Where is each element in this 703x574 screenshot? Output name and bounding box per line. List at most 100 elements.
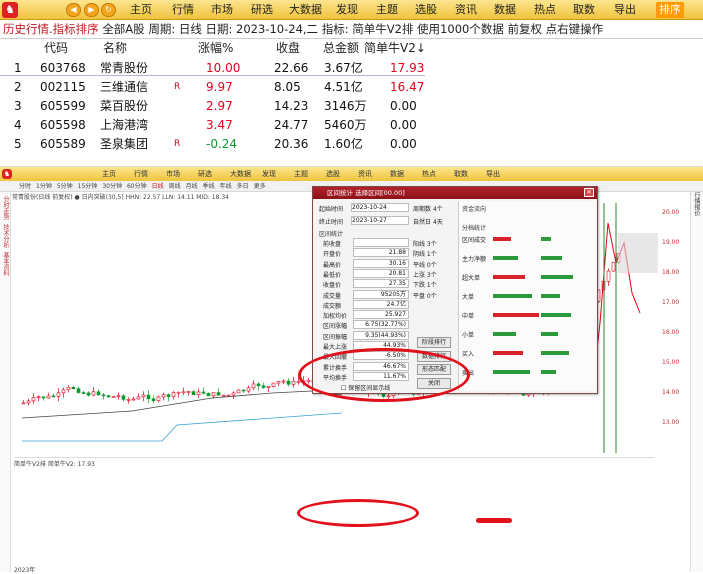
bottom-nav-item-3[interactable]: 研选 <box>198 167 212 181</box>
left-side-tabs: 分时走势 技术分析 基本资料 <box>0 192 11 572</box>
nav-item-3[interactable]: 研选 <box>251 2 273 18</box>
col-v2[interactable]: 简单牛V2↓ <box>364 39 426 58</box>
nav-item-12[interactable]: 导出 <box>614 2 636 18</box>
bottom-nav-item-0[interactable]: 主页 <box>102 167 116 181</box>
period-value: 4个 <box>432 206 443 213</box>
close-icon[interactable]: ✕ <box>584 188 594 197</box>
dialog-button-0[interactable]: 阶段排行 <box>417 337 451 348</box>
app-logo-icon: ♞ <box>2 2 18 18</box>
nav-item-13[interactable]: 排序 <box>656 2 684 18</box>
candle <box>46 392 51 399</box>
bottom-nav-bar: ♞ 主页 行情 市场 研选 大数据 发现 主题 选股 资讯 数据 热点 取数 导出 <box>0 167 703 181</box>
period-btn-3[interactable]: 15分钟 <box>78 183 98 190</box>
refresh-icon[interactable]: ↻ <box>101 3 116 17</box>
nav-item-8[interactable]: 资讯 <box>455 2 477 18</box>
view-parameters: 全部A股 周期: 日线 日期: 2023-10-24,二 指标: 简单牛V2排 … <box>102 22 604 36</box>
nav-item-5[interactable]: 发现 <box>336 2 358 18</box>
candle <box>61 387 66 398</box>
stat-value: 27.35 <box>353 279 409 289</box>
side-tab-3[interactable]: 基本资料 <box>1 252 10 276</box>
side-tab-2[interactable]: 技术分析 <box>1 224 10 248</box>
candle <box>181 387 186 396</box>
nav-item-1[interactable]: 行情 <box>172 2 194 18</box>
candle <box>176 391 181 398</box>
bottom-nav-item-10[interactable]: 热点 <box>422 167 436 181</box>
candle <box>251 380 256 391</box>
table-row[interactable]: 2 002115 三维通信 R 9.97 8.05 4.51亿 16.47 <box>0 78 430 96</box>
candle <box>221 394 226 397</box>
axis-label: 20.00 <box>662 209 680 216</box>
period-btn-0[interactable]: 分时 <box>19 183 31 190</box>
ma-line <box>21 390 343 419</box>
side-tab-1[interactable]: 分时走势 <box>1 196 10 220</box>
candle <box>206 392 211 397</box>
col-change[interactable]: 涨幅% <box>198 39 233 58</box>
candle <box>91 387 96 397</box>
flow-bar <box>493 370 530 374</box>
flow-bar <box>493 313 539 317</box>
count-label: 阴线 1个 <box>413 251 437 259</box>
bottom-nav-item-6[interactable]: 主题 <box>294 167 308 181</box>
col-close[interactable]: 收盘 <box>276 39 300 58</box>
end-time-field[interactable]: 2023-10-27 <box>351 216 409 225</box>
nav-item-10[interactable]: 热点 <box>534 2 556 18</box>
period-btn-4[interactable]: 30分钟 <box>102 183 122 190</box>
nav-item-4[interactable]: 大数据 <box>289 2 322 18</box>
candle <box>136 393 141 400</box>
candle <box>281 379 286 385</box>
row-code: 002115 <box>40 80 86 94</box>
period-btn-2[interactable]: 5分钟 <box>57 183 73 190</box>
period-btn-5[interactable]: 60分钟 <box>127 183 147 190</box>
forward-icon[interactable]: ▶ <box>84 3 99 17</box>
count-label: 下跌 1个 <box>413 282 437 290</box>
nav-item-11[interactable]: 取数 <box>573 2 595 18</box>
row-change: 2.97 <box>206 99 233 113</box>
table-row[interactable]: 3 605599 菜百股份 2.97 14.23 3146万 0.00 <box>0 97 430 115</box>
nav-item-2[interactable]: 市场 <box>211 2 233 18</box>
dialog-title-text: 区间统计 选择区间[00.00] <box>327 189 405 197</box>
nav-item-0[interactable]: 主页 <box>130 2 152 18</box>
flow-row-label: 中单 <box>462 313 475 320</box>
bottom-nav-item-11[interactable]: 取数 <box>454 167 468 181</box>
flow-subtitle: 分档统计 <box>462 225 487 232</box>
row-index: 2 <box>14 80 22 94</box>
bottom-nav-item-8[interactable]: 资讯 <box>358 167 372 181</box>
table-row[interactable]: 4 605598 上海港湾 3.47 24.77 5460万 0.00 <box>0 116 430 134</box>
bottom-nav-item-12[interactable]: 导出 <box>486 167 500 181</box>
stat-label: 最高价 <box>323 261 342 269</box>
candle <box>276 381 281 387</box>
period-btn-8[interactable]: 月线 <box>186 183 198 190</box>
col-code[interactable]: 代码 <box>44 39 68 58</box>
bottom-nav-item-4[interactable]: 大数据 <box>230 167 251 181</box>
nav-item-9[interactable]: 数据 <box>494 2 516 18</box>
bottom-nav-item-5[interactable]: 发现 <box>262 167 276 181</box>
nav-item-7[interactable]: 选股 <box>415 2 437 18</box>
row-close: 20.36 <box>274 137 309 151</box>
table-row[interactable]: 5 605589 圣泉集团 R -0.24 20.36 1.60亿 0.00 <box>0 135 430 153</box>
col-amount[interactable]: 总金额 <box>323 39 359 58</box>
panel-divider <box>14 457 654 458</box>
period-btn-10[interactable]: 年线 <box>220 183 232 190</box>
bottom-nav-item-2[interactable]: 市场 <box>166 167 180 181</box>
period-btn-1[interactable]: 1分钟 <box>36 183 52 190</box>
start-time-field[interactable]: 2023-10-24 <box>351 203 409 212</box>
bottom-nav-item-7[interactable]: 选股 <box>326 167 340 181</box>
back-icon[interactable]: ◀ <box>66 3 81 17</box>
flow-bar <box>541 237 551 241</box>
period-btn-11[interactable]: 多日 <box>237 183 249 190</box>
natural-value: 4天 <box>432 219 443 226</box>
bottom-nav-item-1[interactable]: 行情 <box>134 167 148 181</box>
period-btn-6[interactable]: 日线 <box>152 183 164 190</box>
period-btn-7[interactable]: 周线 <box>169 183 181 190</box>
stat-label: 收盘价 <box>323 282 342 290</box>
table-row[interactable]: 1 603768 常青股份 10.00 22.66 3.67亿 17.93 <box>0 59 430 77</box>
nav-item-6[interactable]: 主题 <box>376 2 398 18</box>
period-btn-9[interactable]: 季线 <box>203 183 215 190</box>
candle <box>231 391 236 400</box>
stat-label: 成交量 <box>323 292 342 300</box>
period-btn-12[interactable]: 更多 <box>254 183 266 190</box>
col-name[interactable]: 名称 <box>103 39 127 58</box>
bottom-nav-item-9[interactable]: 数据 <box>390 167 404 181</box>
stat-label: 加权均价 <box>323 313 348 321</box>
candle <box>41 396 46 401</box>
